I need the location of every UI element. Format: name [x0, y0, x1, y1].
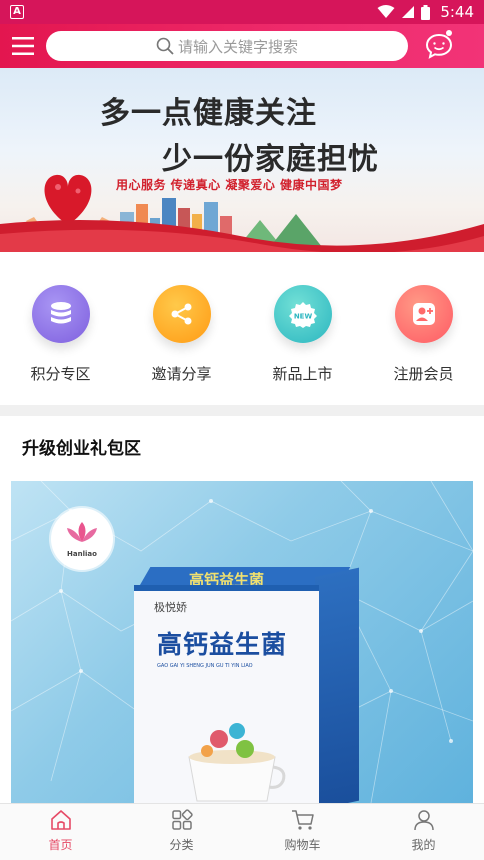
new-icon: NEW: [273, 285, 332, 343]
promo-banner[interactable]: 多一点健康关注 少一份家庭担忧 用心服务 传递真心 凝聚爱心 健康中国梦: [0, 68, 484, 252]
banner-headline-2: 少一份家庭担忧: [162, 142, 379, 177]
box-brand: 极悦娇: [154, 601, 187, 614]
chat-icon: [425, 33, 453, 59]
signal-icon: [402, 6, 415, 18]
nav-item-cart[interactable]: 购物车: [242, 804, 363, 860]
box-side: [315, 567, 359, 803]
nav-item-profile[interactable]: 我的: [363, 804, 484, 860]
svg-text:NEW: NEW: [293, 313, 312, 321]
product-title: 高钙益生菌: [157, 630, 288, 659]
brand-name: Hanliao: [67, 550, 97, 558]
lotus-icon: [67, 522, 97, 542]
nav-label: 分类: [169, 838, 194, 852]
cart-icon: [291, 810, 314, 830]
user-icon: [413, 810, 434, 831]
quick-entry-label: 新品上市: [272, 365, 333, 383]
brand-logo: Hanliao: [51, 508, 113, 570]
a-icon: A: [10, 5, 24, 19]
section-divider: [0, 405, 484, 416]
status-bar: A 5:44: [0, 0, 484, 24]
unread-dot: [446, 30, 452, 36]
category-icon: [171, 809, 193, 830]
bottom-navigation: 首页 分类 购物车 我的: [0, 803, 484, 860]
search-input[interactable]: 请输入关键字搜索: [46, 31, 408, 61]
banner-headline-1: 多一点健康关注: [100, 96, 317, 131]
quick-entry-register[interactable]: 注册会员: [363, 252, 484, 405]
database-icon: [31, 285, 90, 343]
nav-label: 购物车: [284, 838, 321, 852]
home-icon: [50, 810, 71, 830]
top-header: 请输入关键字搜索: [0, 24, 484, 68]
search-placeholder: 请输入关键字搜索: [177, 37, 298, 56]
app-screen: A 5:44 请输入关键字搜索 多一点健康关注 少一份家庭担忧 用心服务 传递真…: [0, 0, 484, 860]
status-right: 5:44: [377, 3, 474, 21]
nav-item-home[interactable]: 首页: [0, 804, 121, 860]
product-card[interactable]: Hanliao 高钙益生菌 极悦娇 高钙益生菌 GAO GAI YI SHENG…: [11, 481, 473, 803]
nav-label: 我的: [411, 838, 436, 852]
red-ribbon-decoration: [0, 220, 484, 252]
section-title: 升级创业礼包区: [22, 439, 141, 459]
quick-entry-label: 邀请分享: [151, 365, 212, 383]
share-icon: [152, 285, 211, 343]
quick-entry-invite[interactable]: 邀请分享: [121, 252, 242, 405]
quick-entry-label: 注册会员: [393, 365, 454, 383]
message-button[interactable]: [416, 24, 462, 68]
nav-item-category[interactable]: 分类: [121, 804, 242, 860]
menu-icon: [12, 37, 34, 55]
status-time: 5:44: [440, 3, 474, 21]
quick-entry-new-products[interactable]: NEW 新品上市: [242, 252, 363, 405]
quick-entry-label: 积分专区: [30, 365, 91, 383]
search-icon: [156, 37, 174, 55]
wifi-icon: [377, 5, 395, 18]
add-user-icon: [394, 285, 453, 343]
quick-entry-points[interactable]: 积分专区: [0, 252, 121, 405]
quick-entry-grid: 积分专区 邀请分享 NEW 新品上市 注册会员: [0, 252, 484, 405]
menu-button[interactable]: [0, 24, 46, 68]
milk-cup-illustration: [188, 723, 286, 802]
product-pinyin: GAO GAI YI SHENG JUN GU TI YIN LIAO: [157, 663, 253, 669]
battery-icon: [421, 4, 431, 20]
banner-slogan: 用心服务 传递真心 凝聚爱心 健康中国梦: [116, 178, 343, 192]
nav-label: 首页: [48, 838, 73, 852]
status-left: A: [10, 5, 24, 19]
